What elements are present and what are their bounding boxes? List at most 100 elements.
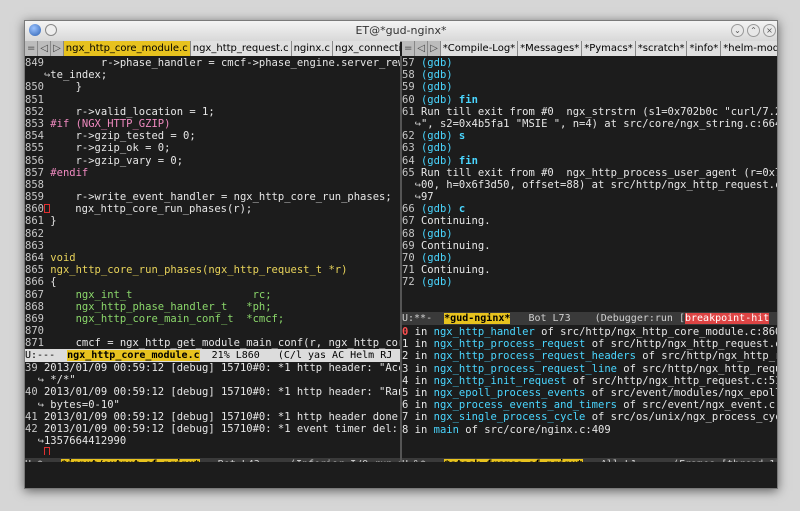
minibuffer[interactable] bbox=[25, 462, 777, 488]
title-bar: ET@*gud-nginx* ⌄ ⌃ × bbox=[25, 21, 777, 42]
word-in: in bbox=[414, 411, 428, 424]
word-in: in bbox=[414, 386, 428, 399]
buffer-tab[interactable]: *Messages* bbox=[518, 41, 583, 56]
frame-path[interactable]: src/http/ngx_http_reque bbox=[642, 363, 777, 375]
frame-function[interactable]: ngx_single_process_cycle bbox=[434, 411, 586, 423]
tab-scroll-left-icon[interactable]: ◁ bbox=[415, 41, 429, 56]
gdb-text: ", s2=0x4b5fa1 "MSIE ", n=4) at src/core… bbox=[420, 117, 777, 130]
line-number: 865 bbox=[25, 264, 44, 277]
line-number bbox=[25, 435, 38, 447]
gdb-text: (gdb) bbox=[420, 142, 453, 155]
frame-function[interactable]: ngx_http_process_request bbox=[434, 338, 586, 350]
line-number: 39 bbox=[25, 362, 38, 374]
frame-function[interactable]: ngx_http_process_request_headers bbox=[434, 350, 636, 362]
frame-function[interactable]: ngx_process_events_and_timers bbox=[434, 399, 617, 411]
modeline-buffer-name[interactable]: ngx_http_core_module.c bbox=[67, 350, 200, 361]
line-number: 857 bbox=[25, 166, 44, 179]
word-of: of bbox=[623, 399, 636, 412]
io-cursor-line bbox=[25, 447, 400, 455]
source-line: 871 cmcf = ngx_http_get_module_main_conf… bbox=[25, 337, 400, 349]
tab-menu-icon[interactable]: = bbox=[25, 41, 39, 56]
io-buffer[interactable]: 39 2013/01/09 00:59:12 [debug] 15710#0: … bbox=[25, 362, 400, 455]
gdb-text: (gdb) c bbox=[421, 203, 465, 215]
line-number bbox=[402, 191, 415, 203]
tab-scroll-right-icon[interactable]: ▷ bbox=[51, 41, 64, 56]
stack-frame-row[interactable]: 2 in ngx_http_process_request_headers of… bbox=[402, 350, 777, 362]
frame-path[interactable]: src/http/ngx_http_request.c: bbox=[611, 338, 777, 350]
stack-frame-row[interactable]: 4 in ngx_http_init_request of src/http/n… bbox=[402, 375, 777, 387]
tab-scroll-right-icon[interactable]: ▷ bbox=[428, 41, 441, 56]
gdb-buffer[interactable]: 57 (gdb) 58 (gdb) 59 (gdb) 60 (gdb) fin 61 R… bbox=[402, 57, 777, 311]
stack-frame-row[interactable]: 1 in ngx_http_process_request of src/htt… bbox=[402, 338, 777, 350]
buffer-tab[interactable]: *helm-mode-executable bbox=[721, 41, 777, 56]
stack-frame-row[interactable]: 6 in ngx_process_events_and_timers of sr… bbox=[402, 399, 777, 411]
log-text: 1357664412990 bbox=[43, 435, 127, 448]
frame-function[interactable]: main bbox=[434, 424, 459, 436]
gdb-line: 66 (gdb) c bbox=[402, 203, 777, 215]
stack-frame-row[interactable]: 8 in main of src/core/nginx.c:409 bbox=[402, 424, 777, 436]
frame-path[interactable]: src/http/ngx_http_request.c:519 bbox=[592, 375, 777, 387]
modeline-buffer-name[interactable]: *gud-nginx* bbox=[444, 313, 511, 324]
buffer-tab[interactable]: ngx_http_request.c bbox=[190, 41, 292, 56]
tab-scroll-left-icon[interactable]: ◁ bbox=[38, 41, 52, 56]
tab-menu-icon[interactable]: = bbox=[402, 41, 416, 56]
buffer-tab[interactable]: *scratch* bbox=[635, 41, 688, 56]
frame-function[interactable]: ngx_http_init_request bbox=[434, 375, 567, 387]
buffer-tab[interactable]: ngx_http_core_module.c bbox=[63, 41, 191, 56]
gdb-line: 63 (gdb) bbox=[402, 142, 777, 154]
line-number: 58 bbox=[402, 69, 415, 82]
close-icon[interactable]: × bbox=[763, 24, 776, 37]
gdb-command: fin bbox=[458, 154, 478, 167]
frame-function[interactable]: ngx_http_process_request_line bbox=[434, 363, 617, 375]
word-in: in bbox=[414, 423, 428, 436]
source-line: 856 r->gzip_vary = 0; bbox=[25, 155, 400, 167]
gdb-text: (gdb) bbox=[420, 276, 453, 289]
stack-frame-row[interactable]: 5 in ngx_epoll_process_events of src/eve… bbox=[402, 387, 777, 399]
stack-frame-row[interactable]: 7 in ngx_single_process_cycle of src/os/… bbox=[402, 411, 777, 423]
buffer-tab[interactable]: *Pymacs* bbox=[582, 41, 636, 56]
frame-function[interactable]: ngx_epoll_process_events bbox=[434, 387, 586, 399]
gdb-line: 65 Run till exit from #0 ngx_http_proces… bbox=[402, 167, 777, 179]
frame-function[interactable]: ngx_http_handler bbox=[434, 326, 535, 338]
frame-path[interactable]: src/event/modules/ngx_epoll_ bbox=[611, 387, 777, 399]
frame-path[interactable]: src/core/nginx.c:409 bbox=[484, 424, 610, 436]
line-number: 63 bbox=[402, 142, 415, 155]
frame-path[interactable]: src/http/ngx_http_core_module.c:860 bbox=[560, 326, 777, 338]
stack-frame-row[interactable]: 0 in ngx_http_handler of src/http/ngx_ht… bbox=[402, 326, 777, 338]
gdb-prompt: (gdb) bbox=[420, 93, 459, 106]
buffer-tab[interactable]: *info* bbox=[687, 41, 722, 56]
line-number bbox=[25, 69, 44, 81]
stack-frame-row[interactable]: 3 in ngx_http_process_request_line of sr… bbox=[402, 363, 777, 375]
line-number: 70 bbox=[402, 252, 415, 264]
source-buffer[interactable]: 849 r->phase_handler = cmcf->phase_engin… bbox=[25, 57, 400, 349]
buffer-tab[interactable]: *Compile-Log* bbox=[440, 41, 519, 56]
line-number: 870 bbox=[25, 325, 44, 338]
line-number: 863 bbox=[25, 239, 44, 252]
buffer-tab[interactable]: ngx_connection.c bbox=[332, 41, 400, 56]
maximize-icon[interactable]: ⌃ bbox=[747, 24, 760, 37]
gdb-line: 64 (gdb) fin bbox=[402, 155, 777, 167]
line-number: 849 bbox=[25, 57, 44, 69]
gdb-prompt: (gdb) bbox=[420, 130, 459, 143]
frame-path[interactable]: src/http/ngx_http_re bbox=[661, 350, 777, 362]
frame-path[interactable]: src/os/unix/ngx_process_cycl bbox=[611, 411, 777, 423]
code-text: r->phase_handler = cmcf->phase_engine.se… bbox=[50, 57, 400, 69]
frame-path[interactable]: src/event/ngx_event.c:2 bbox=[642, 399, 777, 411]
buffer-tab[interactable]: nginx.c bbox=[291, 41, 333, 56]
minimize-icon[interactable]: ⌄ bbox=[731, 24, 744, 37]
stack-frames-buffer[interactable]: 0 in ngx_http_handler of src/http/ngx_ht… bbox=[402, 326, 777, 455]
source-line: 849 r->phase_handler = cmcf->phase_engin… bbox=[25, 57, 400, 69]
gdb-text: (gdb) fin bbox=[421, 155, 478, 167]
code-text: r->gzip_ok = 0; bbox=[50, 142, 171, 155]
modeline-info: Bot L73 (Debugger:run [ bbox=[510, 313, 685, 324]
io-line: 39 2013/01/09 00:59:12 [debug] 15710#0: … bbox=[25, 362, 400, 374]
line-number: 40 bbox=[25, 386, 38, 399]
source-line: 861 } bbox=[25, 215, 400, 227]
line-number: 864 bbox=[25, 252, 44, 264]
line-number: 69 bbox=[402, 239, 415, 252]
source-line: ↪te_index; bbox=[25, 69, 400, 81]
line-number: 57 bbox=[402, 57, 415, 69]
code-text: #if (NGX_HTTP_GZIP) bbox=[50, 117, 171, 130]
word-of: of bbox=[642, 350, 655, 363]
line-number: 67 bbox=[402, 215, 415, 228]
